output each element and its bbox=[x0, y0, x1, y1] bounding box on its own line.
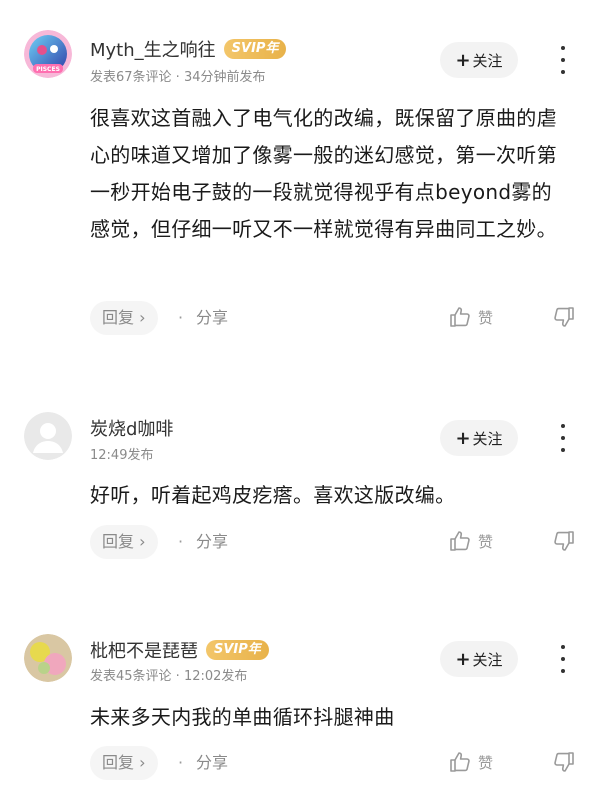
thumbs-down-icon[interactable] bbox=[552, 305, 576, 333]
comment-text: 好听，听着起鸡皮疙瘩。喜欢这版改编。 bbox=[90, 483, 456, 507]
name-row: 枇杷不是琵琶 SVIP年 bbox=[90, 637, 269, 663]
comment-actions: 回复 › · 分享 赞 bbox=[90, 746, 590, 780]
reply-button[interactable]: 回复 › bbox=[90, 525, 158, 559]
share-button[interactable]: 分享 bbox=[196, 525, 228, 559]
like-label: 赞 bbox=[478, 532, 494, 551]
comment-text: 很喜欢这首融入了电气化的改编，既保留了原曲的虐心的味道又增加了像雾一般的迷幻感觉… bbox=[90, 106, 557, 241]
reply-button[interactable]: 回复 › bbox=[90, 301, 158, 335]
vip-badge: SVIP年 bbox=[223, 39, 287, 59]
avatar[interactable] bbox=[24, 412, 72, 460]
name-row: 炭烧d咖啡 bbox=[90, 415, 173, 441]
thumbs-up-icon bbox=[450, 307, 470, 327]
avatar[interactable] bbox=[24, 634, 72, 682]
comment-meta: 发表45条评论 · 12:02发布 bbox=[90, 669, 248, 684]
plus-icon: + bbox=[455, 427, 471, 449]
follow-label: 关注 bbox=[472, 51, 503, 70]
thumbs-down-icon[interactable] bbox=[552, 529, 576, 557]
follow-label: 关注 bbox=[472, 429, 503, 448]
follow-button[interactable]: + 关注 bbox=[440, 42, 518, 78]
like-label: 赞 bbox=[478, 308, 494, 327]
separator-dot: · bbox=[178, 753, 184, 772]
comment-meta: 发表67条评论 · 34分钟前发布 bbox=[90, 70, 266, 85]
thumbs-up-icon bbox=[450, 531, 470, 551]
follow-button[interactable]: + 关注 bbox=[440, 420, 518, 456]
avatar[interactable]: PISCES bbox=[24, 30, 72, 78]
username[interactable]: 枇杷不是琵琶 bbox=[90, 637, 198, 663]
follow-label: 关注 bbox=[472, 650, 503, 669]
separator-dot: · bbox=[178, 308, 184, 327]
share-button[interactable]: 分享 bbox=[196, 301, 228, 335]
thumbs-down-icon[interactable] bbox=[552, 750, 576, 778]
vip-badge: SVIP年 bbox=[206, 640, 269, 660]
plus-icon: + bbox=[455, 49, 471, 71]
more-vertical-icon[interactable] bbox=[555, 46, 571, 74]
share-button[interactable]: 分享 bbox=[196, 746, 228, 780]
username[interactable]: 炭烧d咖啡 bbox=[90, 415, 173, 441]
comment-actions: 回复 › · 分享 赞 bbox=[90, 301, 590, 335]
comment-text: 未来多天内我的单曲循环抖腿神曲 bbox=[90, 705, 395, 729]
like-button[interactable]: 赞 bbox=[448, 529, 493, 553]
like-label: 赞 bbox=[478, 753, 494, 772]
comment-actions: 回复 › · 分享 赞 bbox=[90, 525, 590, 559]
separator-dot: · bbox=[178, 532, 184, 551]
comment-meta: 12:49发布 bbox=[90, 448, 154, 463]
thumbs-up-icon bbox=[450, 752, 470, 772]
name-row: Myth_生之响往 SVIP年 bbox=[90, 36, 287, 62]
username[interactable]: Myth_生之响往 bbox=[90, 36, 216, 62]
avatar-badge-text: PISCES bbox=[36, 66, 60, 73]
like-button[interactable]: 赞 bbox=[448, 305, 493, 329]
more-vertical-icon[interactable] bbox=[555, 424, 571, 452]
like-button[interactable]: 赞 bbox=[448, 750, 493, 774]
reply-button[interactable]: 回复 › bbox=[90, 746, 158, 780]
plus-icon: + bbox=[455, 648, 471, 670]
more-vertical-icon[interactable] bbox=[555, 645, 571, 673]
follow-button[interactable]: + 关注 bbox=[440, 641, 518, 677]
